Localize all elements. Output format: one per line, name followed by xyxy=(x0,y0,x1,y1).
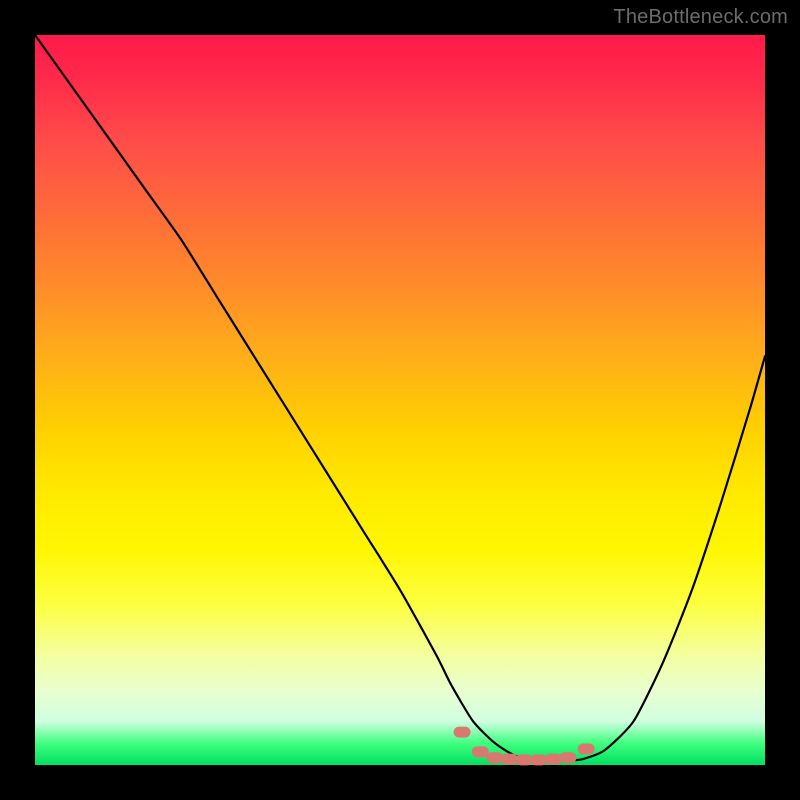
valley-marker xyxy=(578,743,595,754)
valley-marker xyxy=(530,754,547,765)
plot-area xyxy=(35,35,765,765)
valley-marker xyxy=(454,727,471,738)
valley-markers-group xyxy=(454,727,595,766)
valley-marker xyxy=(545,754,562,765)
curve-svg xyxy=(35,35,765,765)
valley-marker xyxy=(472,746,489,757)
chart-container: TheBottleneck.com xyxy=(0,0,800,800)
valley-marker xyxy=(501,754,518,765)
watermark-text: TheBottleneck.com xyxy=(613,6,788,29)
bottleneck-curve xyxy=(35,35,765,761)
valley-marker xyxy=(559,752,576,763)
valley-marker xyxy=(516,754,533,765)
valley-marker xyxy=(486,752,503,763)
